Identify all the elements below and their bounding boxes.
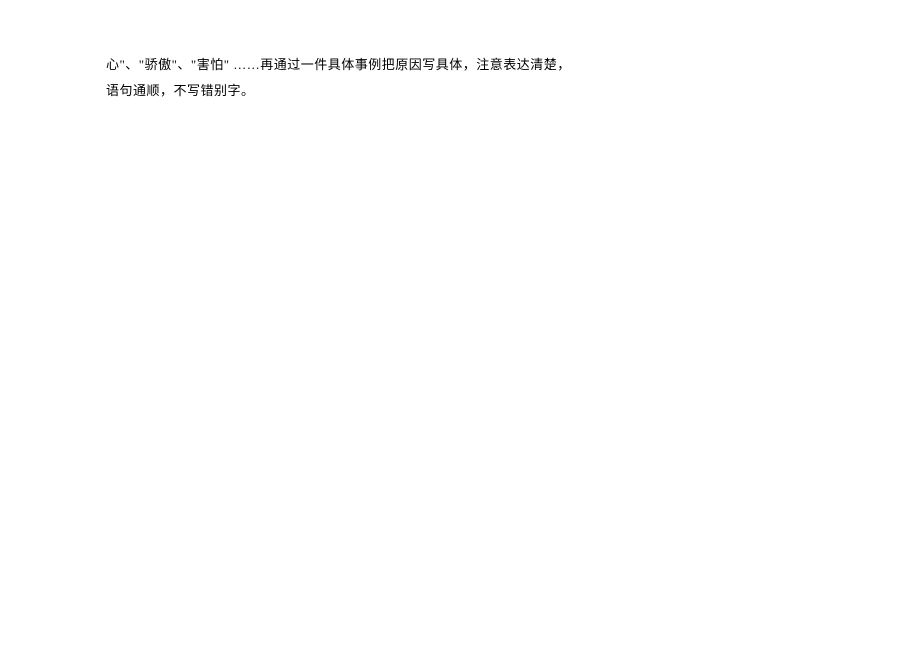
text-line-1: 心"、"骄傲"、"害怕" ……再通过一件具体事例把原因写具体，注意表达清楚，: [106, 52, 666, 78]
text-line-2: 语句通顺，不写错别字。: [106, 78, 666, 104]
document-content: 心"、"骄傲"、"害怕" ……再通过一件具体事例把原因写具体，注意表达清楚， 语…: [106, 52, 666, 104]
